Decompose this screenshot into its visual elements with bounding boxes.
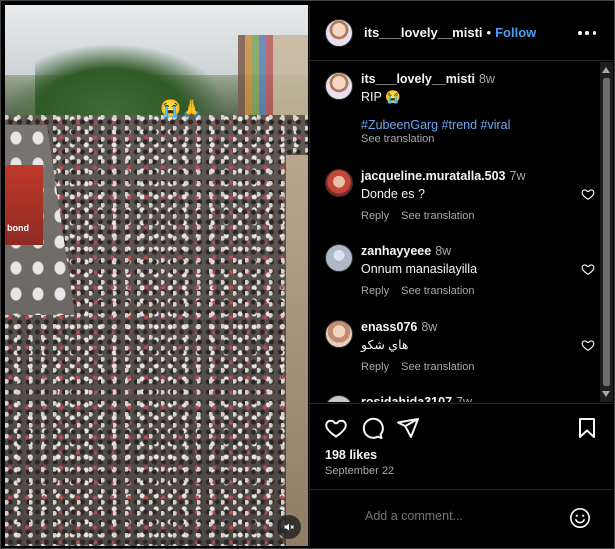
caption-hashtags[interactable]: #ZubeenGarg #trend #viral: [361, 117, 581, 133]
see-translation-button[interactable]: See translation: [401, 361, 474, 373]
author-avatar[interactable]: [325, 18, 353, 47]
comment-body: rosidahida3107 7w: [361, 395, 581, 402]
caption-avatar[interactable]: [325, 72, 353, 100]
author-username[interactable]: its___lovely__misti: [364, 25, 483, 40]
more-options-icon: [578, 31, 582, 35]
comment-text: Onnum manasilayilla: [361, 262, 478, 276]
comment-like-icon[interactable]: [581, 187, 595, 201]
follow-button[interactable]: Follow: [495, 25, 536, 40]
comment-icon[interactable]: [360, 416, 384, 440]
likes-count[interactable]: 198 likes: [325, 448, 377, 462]
reply-button[interactable]: Reply: [361, 361, 389, 373]
reply-button[interactable]: Reply: [361, 285, 389, 297]
more-options-dot: [585, 31, 589, 35]
comment-text: هاي شكو: [361, 338, 409, 352]
post-video[interactable]: bond 😭🙏: [5, 5, 308, 546]
comment-body: enass076 8w هاي شكو Reply See translation: [361, 320, 581, 373]
comment-avatar[interactable]: [325, 320, 353, 348]
see-translation-button[interactable]: See translation: [401, 210, 474, 222]
comment-body: zanhayyeee 8w Onnum manasilayilla Reply S…: [361, 244, 581, 297]
comment-text: Donde es ?: [361, 187, 425, 201]
comment-time[interactable]: 8w: [435, 244, 451, 258]
comments-list[interactable]: its___lovely__misti 8w RIP 😭 #ZubeenGarg …: [310, 62, 613, 402]
comment-meta: Reply See translation: [361, 285, 581, 297]
caption-see-translation[interactable]: See translation: [361, 133, 581, 145]
share-icon[interactable]: [396, 416, 420, 440]
comment-username[interactable]: rosidahida3107: [361, 395, 452, 402]
comment-avatar[interactable]: [325, 169, 353, 197]
comment-header: zanhayyeee 8w: [361, 244, 581, 259]
post-date[interactable]: September 22: [325, 465, 394, 477]
caption-text: RIP 😭: [361, 90, 401, 104]
comment-header: jacqueline.muratalla.503 7w: [361, 169, 581, 184]
comment-like-icon[interactable]: [581, 262, 595, 276]
bookmark-icon[interactable]: [575, 416, 599, 440]
comment-avatar[interactable]: [325, 395, 353, 402]
header-separator: •: [486, 25, 492, 40]
reply-button[interactable]: Reply: [361, 210, 389, 222]
emoji-icon[interactable]: [569, 507, 591, 529]
video-overlay-emojis: 😭🙏: [160, 99, 203, 118]
caption-time[interactable]: 8w: [479, 72, 495, 86]
more-options-dot: [592, 31, 596, 35]
scroll-up-arrow[interactable]: [602, 67, 610, 73]
comment-username[interactable]: jacqueline.muratalla.503: [361, 169, 506, 183]
post-modal: bond 😭🙏 its___lovely__misti • Follow its…: [0, 0, 615, 549]
comment-time[interactable]: 8w: [421, 320, 437, 334]
comment-input[interactable]: [365, 509, 565, 523]
see-translation-button[interactable]: See translation: [401, 285, 474, 297]
post-header: its___lovely__misti • Follow: [310, 5, 613, 61]
comment-username[interactable]: enass076: [361, 320, 417, 334]
comment-header: rosidahida3107 7w: [361, 395, 581, 402]
video-sign: [5, 165, 43, 245]
comment-meta: Reply See translation: [361, 210, 581, 222]
comment-meta: Reply See translation: [361, 361, 581, 373]
caption-body: its___lovely__misti 8w RIP 😭 #ZubeenGarg …: [361, 72, 581, 145]
scroll-down-arrow[interactable]: [602, 391, 610, 397]
post-actions: 198 likes September 22: [310, 403, 613, 489]
comments-scrollbar[interactable]: [600, 62, 613, 402]
mute-icon: [284, 523, 294, 531]
heart-icon[interactable]: [324, 416, 348, 440]
comment-avatar[interactable]: [325, 244, 353, 272]
comment-time[interactable]: 7w: [456, 395, 472, 402]
comment-body: jacqueline.muratalla.503 7w Donde es ? Re…: [361, 169, 581, 222]
caption-header: its___lovely__misti 8w: [361, 72, 581, 87]
comment-username[interactable]: zanhayyeee: [361, 244, 431, 258]
comment-like-icon[interactable]: [581, 338, 595, 352]
caption-username[interactable]: its___lovely__misti: [361, 72, 475, 86]
add-comment-bar: [310, 489, 613, 546]
post-details-panel: its___lovely__misti • Follow its___lovel…: [309, 5, 613, 546]
more-options-button[interactable]: [578, 24, 596, 42]
video-sign-text: bond: [7, 223, 29, 233]
scrollbar-thumb[interactable]: [603, 78, 610, 386]
comment-time[interactable]: 7w: [510, 169, 526, 183]
comment-header: enass076 8w: [361, 320, 581, 335]
video-wall: [286, 155, 308, 546]
mute-button[interactable]: [277, 515, 301, 539]
